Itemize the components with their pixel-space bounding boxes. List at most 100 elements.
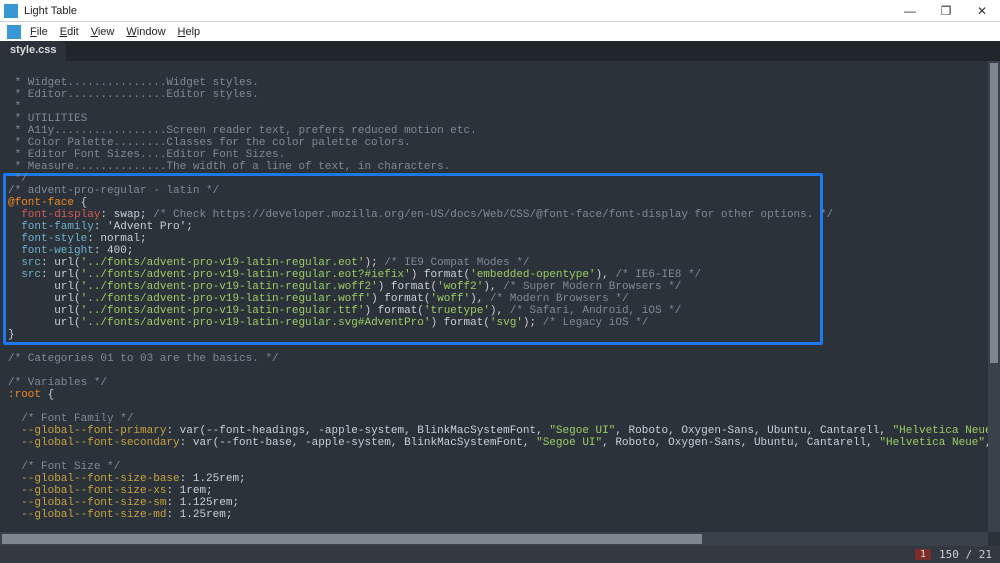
property: --global--font-secondary — [8, 437, 180, 449]
comment-inline: /* Super Modern Browsers */ — [503, 281, 681, 293]
at-rule: @font-face — [8, 197, 74, 209]
format: 'svg' — [490, 317, 523, 329]
text: ), — [470, 293, 490, 305]
url: '../fonts/advent-pro-v19-latin-regular.w… — [81, 293, 371, 305]
text: url( — [8, 281, 81, 293]
app-icon — [4, 4, 18, 18]
selector: :root — [8, 389, 41, 401]
menu-file[interactable]: File — [25, 24, 53, 40]
url: '../fonts/advent-pro-v19-latin-regular.t… — [81, 305, 365, 317]
menubar: File Edit View Window Help — [0, 22, 1000, 41]
value: : 400; — [94, 245, 134, 257]
property: font-display — [8, 209, 100, 221]
property: font-style — [8, 233, 87, 245]
comment-line: * Widget...............Widget styles. — [8, 77, 259, 89]
window-controls: — ❐ ✕ — [892, 0, 1000, 21]
brace: { — [41, 389, 54, 401]
text: ) format( — [411, 269, 470, 281]
comment-inline: /* IE6-IE8 */ — [615, 269, 701, 281]
brace: } — [8, 329, 15, 341]
comment-inline: /* Safari, Android, iOS */ — [510, 305, 682, 317]
comment-inline: /* IE9 Compat Modes */ — [384, 257, 529, 269]
property: --global--font-size-xs — [8, 485, 166, 497]
value: : normal; — [87, 233, 146, 245]
value: , Roboto, Oxygen-Sans, Ubuntu, Cantarell… — [615, 425, 892, 437]
window-title: Light Table — [22, 5, 892, 17]
brace: { — [74, 197, 87, 209]
value: : 1.125rem; — [166, 497, 239, 509]
property: --global--font-primary — [8, 425, 166, 437]
property: --global--font-size-base — [8, 473, 180, 485]
comment-line: * A11y.................Screen reader tex… — [8, 125, 477, 137]
code-viewport[interactable]: * Widget...............Widget styles. * … — [0, 61, 1000, 546]
format: 'woff2' — [437, 281, 483, 293]
editor-area: style.css * Widget...............Widget … — [0, 41, 1000, 546]
statusbar: 1 150 / 21 — [0, 546, 1000, 563]
maximize-button[interactable]: ❐ — [928, 0, 964, 21]
property: --global--font-size-sm — [8, 497, 166, 509]
scrollbar-thumb[interactable] — [990, 63, 998, 363]
text: ), — [490, 305, 510, 317]
string: "Segoe UI" — [549, 425, 615, 437]
tabbar: style.css — [0, 41, 1000, 61]
property: --global--font-size-md — [8, 509, 166, 521]
value: : var(--font-headings, -apple-system, Bl… — [166, 425, 549, 437]
cursor-position: 150 / 21 — [939, 548, 992, 561]
comment-inline: /* Check https://developer.mozilla.org/e… — [153, 209, 833, 221]
window-titlebar: Light Table — ❐ ✕ — [0, 0, 1000, 22]
comment-line: /* advent-pro-regular - latin */ — [8, 185, 219, 197]
text: ) format( — [364, 305, 423, 317]
comment-line: * Editor...............Editor styles. — [8, 89, 259, 101]
status-badge[interactable]: 1 — [915, 549, 931, 560]
text: ), — [483, 281, 503, 293]
menu-help[interactable]: Help — [173, 24, 206, 40]
text: ) format( — [430, 317, 489, 329]
url: '../fonts/advent-pro-v19-latin-regular.e… — [81, 257, 365, 269]
url: '../fonts/advent-pro-v19-latin-regular.e… — [81, 269, 411, 281]
comment-line: * UTILITIES — [8, 113, 87, 125]
format: 'woff' — [431, 293, 471, 305]
text: url( — [8, 293, 81, 305]
comment-line: /* Font Size */ — [8, 461, 120, 473]
comment-line: /* Variables */ — [8, 377, 107, 389]
close-button[interactable]: ✕ — [964, 0, 1000, 21]
url: '../fonts/advent-pro-v19-latin-regular.s… — [81, 317, 431, 329]
text: ); — [523, 317, 543, 329]
comment-inline: /* Modern Browsers */ — [490, 293, 629, 305]
value: : swap; — [100, 209, 153, 221]
comment-inline: /* Legacy iOS */ — [543, 317, 649, 329]
comment-line: * — [8, 101, 21, 113]
value: : 1.25rem; — [166, 509, 232, 521]
property: font-family — [8, 221, 94, 233]
value: : 1rem; — [166, 485, 212, 497]
property: font-weight — [8, 245, 94, 257]
value: : 'Advent Pro'; — [94, 221, 193, 233]
comment-line: * Editor Font Sizes....Editor Font Sizes… — [8, 149, 285, 161]
comment-line: /* Categories 01 to 03 are the basics. *… — [8, 353, 279, 365]
menu-edit[interactable]: Edit — [55, 24, 84, 40]
url: '../fonts/advent-pro-v19-latin-regular.w… — [81, 281, 378, 293]
property: src — [8, 269, 41, 281]
value: : 1.25rem; — [180, 473, 246, 485]
code-content[interactable]: * Widget...............Widget styles. * … — [0, 61, 1000, 525]
tab-style-css[interactable]: style.css — [0, 41, 66, 61]
horizontal-scrollbar[interactable] — [0, 532, 988, 546]
comment-line: */ — [8, 173, 28, 185]
string: "Helvetica Neue" — [893, 425, 999, 437]
menu-view[interactable]: View — [86, 24, 120, 40]
text: ), — [596, 269, 616, 281]
text: : url( — [41, 269, 81, 281]
value: , Roboto, Oxygen-Sans, Ubuntu, Cantarell… — [602, 437, 879, 449]
menu-window[interactable]: Window — [121, 24, 170, 40]
app-icon-small — [7, 25, 21, 39]
comment-line: * Measure..............The width of a li… — [8, 161, 450, 173]
value: : var(--font-base, -apple-system, BlinkM… — [180, 437, 536, 449]
text: url( — [8, 305, 81, 317]
format: 'truetype' — [424, 305, 490, 317]
vertical-scrollbar[interactable] — [988, 61, 1000, 532]
comment-line: * Color Palette........Classes for the c… — [8, 137, 411, 149]
scrollbar-thumb[interactable] — [2, 534, 702, 544]
format: 'embedded-opentype' — [470, 269, 595, 281]
minimize-button[interactable]: — — [892, 0, 928, 21]
text: ); — [364, 257, 384, 269]
